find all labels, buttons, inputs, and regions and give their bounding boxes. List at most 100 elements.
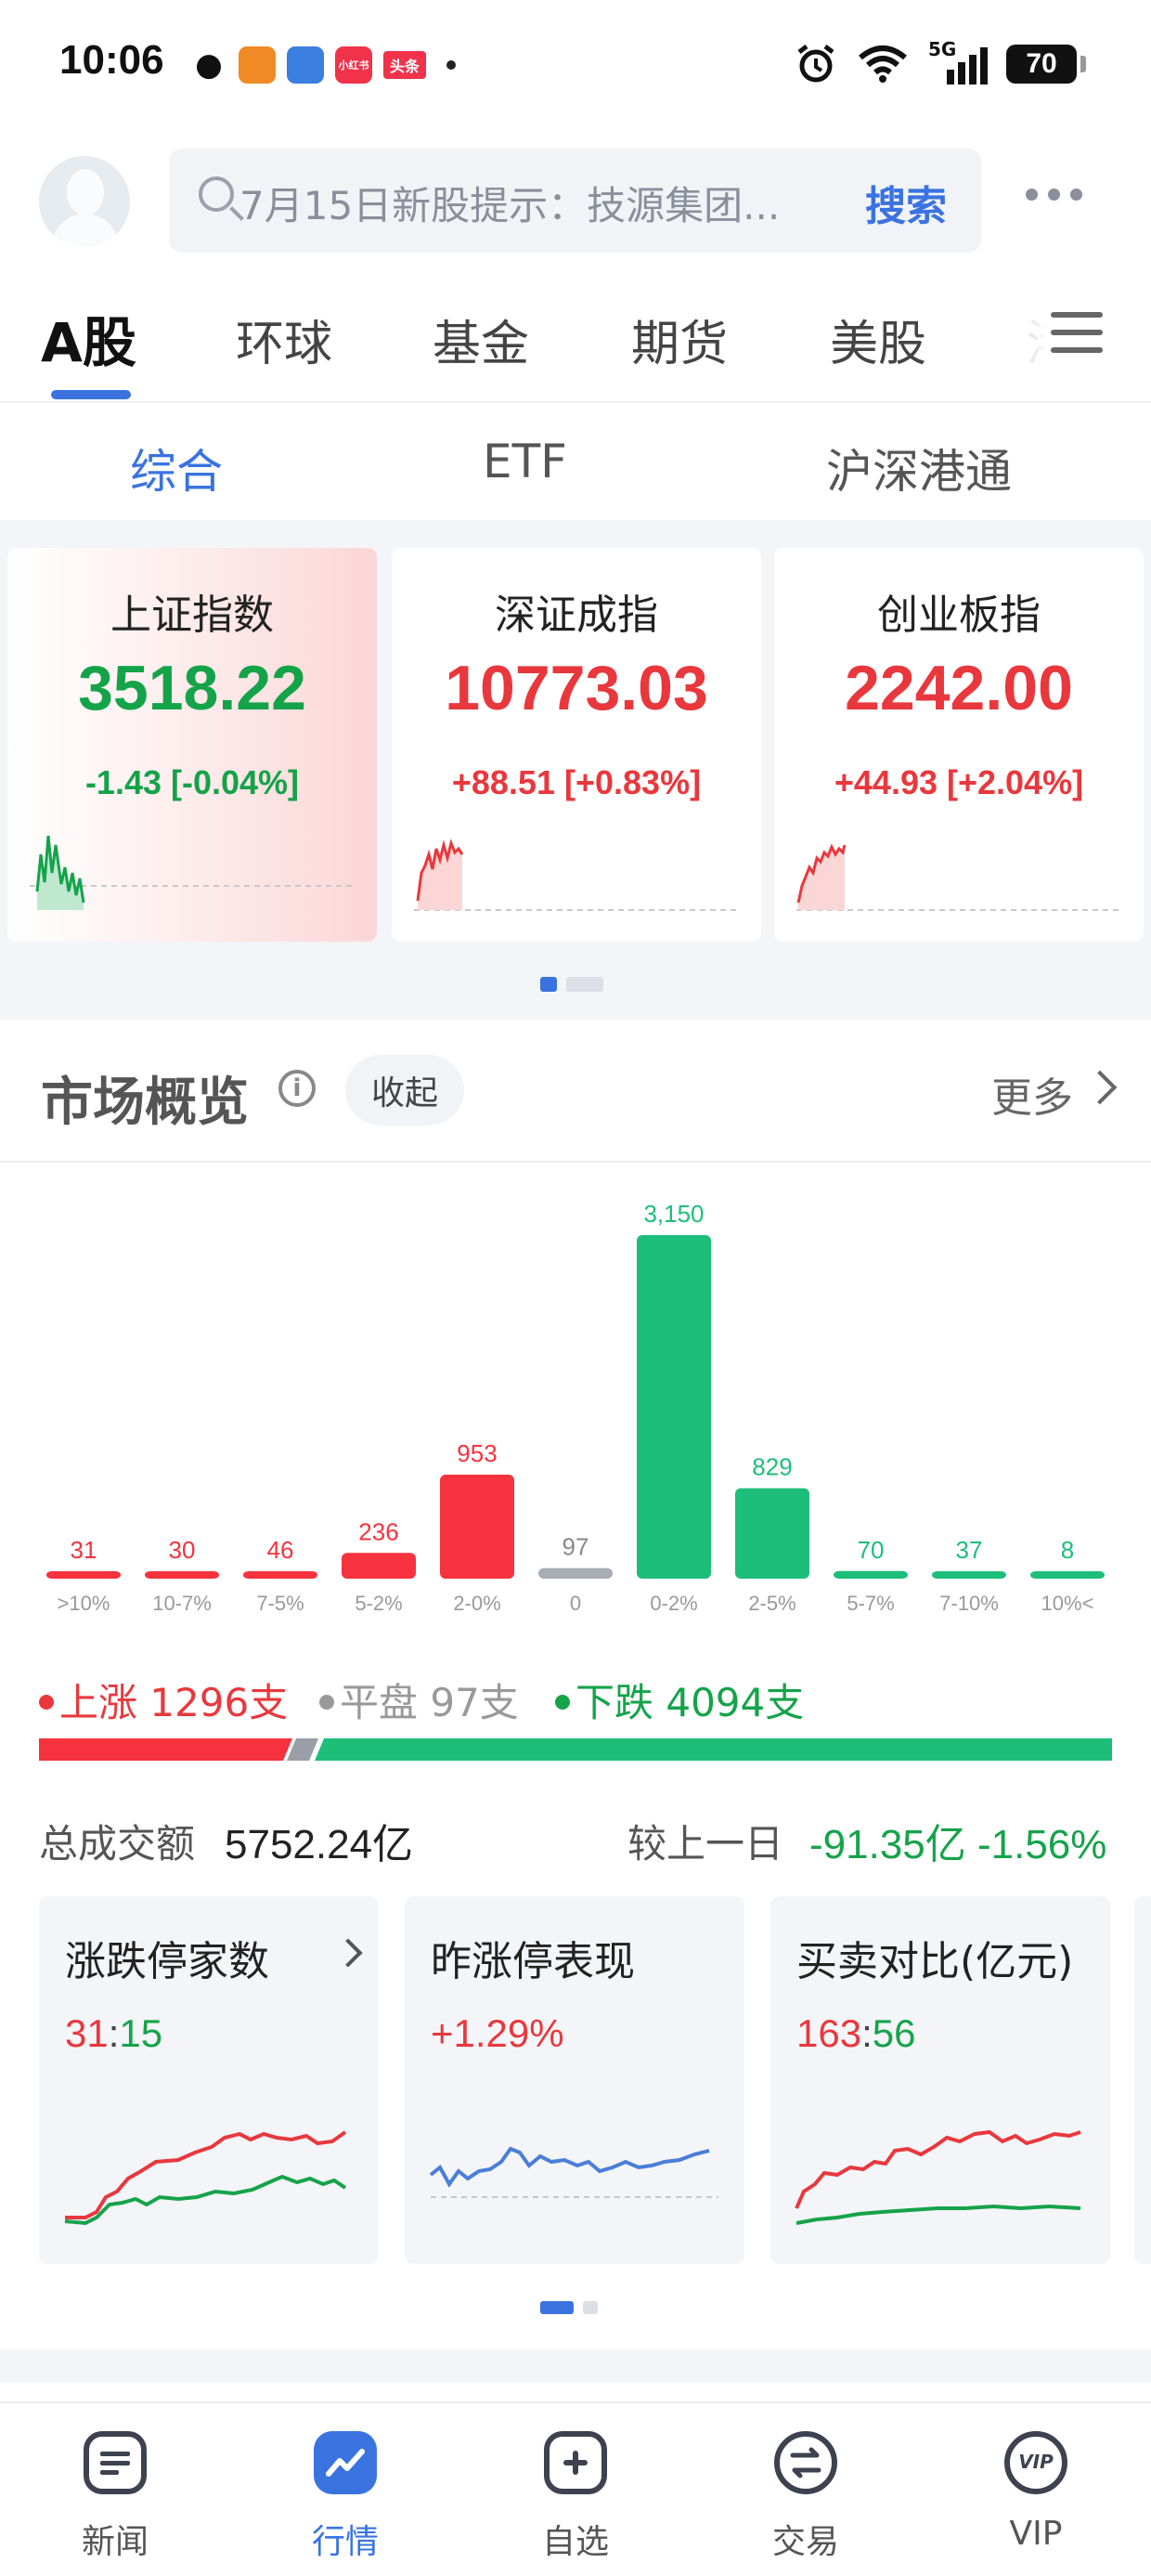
index-sparkline [414,839,737,911]
index-name: 上证指数 [110,592,274,639]
more-notifications-dot [446,60,456,70]
bar-value-label: 3,150 [643,1200,704,1228]
search-button[interactable]: 搜索 [865,173,947,232]
index-name: 创业板指 [877,592,1041,639]
x-tick-label: 7-5% [256,1592,304,1615]
x-tick-label: 2-0% [453,1592,500,1615]
index-change: +44.93 [+2.04%] [834,763,1084,801]
app-icon [287,46,324,84]
chart-bar [932,1571,1006,1579]
x-tick-label: 2-5% [748,1592,795,1615]
chart-bar [243,1571,317,1579]
index-name: 深证成指 [495,592,658,639]
add-icon [544,2431,607,2494]
card-value: +1.29% [431,2011,564,2055]
index-value: 2242.00 [845,653,1073,723]
vip-icon: VIP [1004,2431,1067,2494]
chart-bar [735,1488,809,1579]
battery-icon: 70 [1006,45,1086,84]
distribution-chart: 31 >10% 30 10-7% 46 7-5% 236 5-2% 953 2-0% 97 0 3,15… [46,1200,1105,1615]
search-input[interactable]: 7月15日新股提示：技源集团... [239,175,780,231]
legend-down: 下跌 4094支 [555,1672,804,1728]
chart-bar [440,1475,514,1579]
tab-us-stocks[interactable]: 美股 [830,305,926,374]
chart-bar [637,1235,711,1579]
subtab-stock-connect[interactable]: 沪深港通 [826,435,1012,501]
index-card-chinext[interactable]: 创业板指 2242.00 +44.93 [+2.04%] [774,548,1144,942]
bar-value-label: 97 [563,1533,589,1561]
tab-global[interactable]: 环球 [236,305,332,374]
section-title: 市场概览 [41,1073,249,1133]
stat-card-buy-sell[interactable]: 买卖对比(亿元) 163:56 [770,1896,1110,2264]
nav-market[interactable]: 行情 [230,2403,460,2576]
tab-funds[interactable]: 基金 [433,305,529,374]
section-separator [0,2349,1151,2383]
card-title: 涨跌停家数 [65,1938,269,1985]
turnover-label: 总成交额 [39,1821,196,1867]
turnover-compare-value: -91.35亿 -1.56% [809,1822,1107,1867]
card-sparkline [429,2146,718,2198]
card-title: 买卖对比(亿元) [796,1938,1074,1985]
stat-card-limit-counts[interactable]: 涨跌停家数 31:15 [39,1896,379,2264]
bar-value-label: 31 [71,1536,97,1564]
chevron-right-icon [333,1938,363,1968]
up-count: 上涨 1296支 [59,1680,289,1725]
flat-count: 平盘 97支 [340,1680,519,1725]
info-icon[interactable]: i [278,1070,316,1107]
network-type: 5G [928,38,957,60]
x-tick-label: 0 [570,1592,581,1615]
chart-bar [538,1568,613,1579]
nav-label: VIP [1009,2515,1063,2553]
notification-icons: ● 小红书 头条 [190,46,456,84]
status-time: 10:06 [59,37,164,83]
swap-icon [774,2431,837,2494]
stat-card-yesterday-limit-up[interactable]: 昨涨停表现 +1.29% [405,1896,744,2264]
more-icon[interactable] [1026,189,1082,201]
divider [0,1161,1151,1163]
index-card-shenzhen[interactable]: 深证成指 10773.03 +88.51 [+0.83%] [392,548,761,942]
avatar[interactable] [39,156,130,247]
index-card-shanghai[interactable]: 上证指数 3518.22 -1.43 [-0.04%] [7,548,377,942]
x-tick-label: 10%< [1041,1592,1094,1615]
x-tick-label: >10% [58,1592,110,1615]
system-status: 5G 70 [795,38,1086,85]
ratio-flat-segment [287,1738,319,1761]
index-pager [540,977,603,992]
chart-bar [46,1571,121,1579]
search-icon [199,176,234,212]
app-icon [239,46,276,84]
nav-label: 自选 [541,2523,609,2561]
turnover-compare-label: 较上一日 [627,1821,784,1867]
bar-value-label: 30 [169,1536,196,1564]
nav-watchlist[interactable]: 自选 [460,2403,691,2576]
tab-a-shares[interactable]: A股 [41,299,136,377]
wifi-icon [859,46,907,83]
card-pager [540,2301,598,2314]
chevron-right-icon[interactable] [1082,1070,1118,1105]
tab-futures[interactable]: 期货 [631,305,728,374]
down-count: 下跌 4094支 [576,1680,805,1725]
legend-flat: 平盘 97支 [319,1672,519,1728]
index-sparkline [30,835,353,910]
card-sparkline [64,2130,347,2226]
signal-icon: 5G [928,38,988,85]
card-value: 163:56 [796,2011,916,2055]
x-tick-label: 7-10% [939,1592,999,1615]
nav-vip[interactable]: VIP VIP [921,2403,1151,2576]
collapse-button[interactable]: 收起 [345,1055,464,1125]
ratio-down-segment [315,1738,1112,1761]
more-link[interactable]: 更多 [991,1064,1073,1124]
index-value: 10773.03 [445,653,708,723]
bar-value-label: 829 [752,1453,792,1481]
menu-icon[interactable] [1051,312,1103,357]
nav-news[interactable]: 新闻 [0,2403,230,2576]
stat-card-peek [1134,1896,1151,2264]
nav-label: 交易 [771,2523,839,2561]
subtab-overview[interactable]: 综合 [130,435,223,501]
subtab-etf[interactable]: ETF [483,435,567,488]
chart-bar [834,1570,908,1579]
index-value: 3518.22 [78,653,306,723]
x-tick-label: 5-2% [355,1592,402,1615]
nav-trade[interactable]: 交易 [691,2403,921,2576]
nav-label: 行情 [311,2523,379,2561]
